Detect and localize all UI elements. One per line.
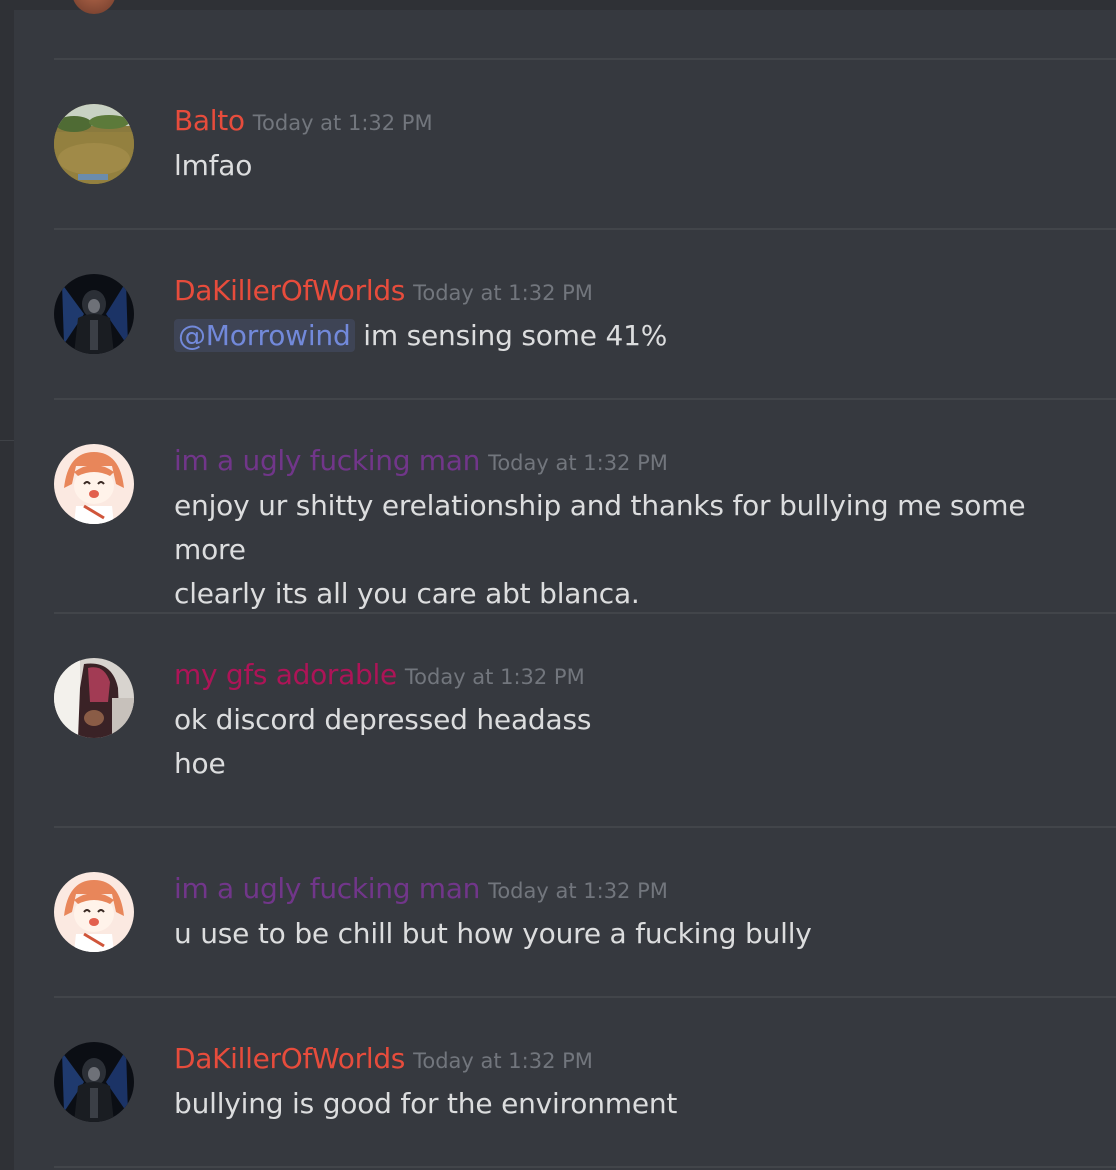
username[interactable]: DaKillerOfWorlds [174,1042,405,1075]
message-content: u use to be chill but how youre a fuckin… [174,912,1084,956]
message-divider [54,58,1116,60]
user-avatar[interactable] [54,1042,134,1122]
message-line: bullying is good for the environment [174,1087,678,1120]
message-content: ok discord depressed headass hoe [174,698,1084,786]
user-avatar[interactable] [54,658,134,738]
message-content: bullying is good for the environment [174,1082,1084,1126]
message-divider [54,228,1116,230]
timestamp[interactable]: Today at 1:32 PM [413,1049,593,1073]
username[interactable]: DaKillerOfWorlds [174,274,405,307]
user-avatar[interactable] [54,274,134,354]
message-header: DaKillerOfWorlds Today at 1:32 PM [174,274,593,307]
dark-reaper-icon [54,1042,134,1122]
message-line: @Morrowind im sensing some 41% [174,314,1084,358]
message-header: my gfs adorable Today at 1:32 PM [174,658,585,691]
username[interactable]: Balto [174,104,245,137]
username[interactable]: im a ugly fucking man [174,444,480,477]
message-content: @Morrowind im sensing some 41% [174,314,1084,358]
message-line: ok discord depressed headass [174,703,592,736]
message-line: u use to be chill but how youre a fuckin… [174,917,812,950]
dark-reaper-icon [54,274,134,354]
message-header: DaKillerOfWorlds Today at 1:32 PM [174,1042,593,1075]
user-mention[interactable]: @Morrowind [174,319,355,352]
message-list: Balto Today at 1:32 PM lmfao DaKillerOfWo… [0,0,1116,1170]
message-divider [54,1166,1116,1168]
message-divider [54,826,1116,828]
message-divider [54,996,1116,998]
message-line: enjoy ur shitty erelationship and thanks… [174,489,1026,566]
message-header: im a ugly fucking man Today at 1:32 PM [174,872,668,905]
timestamp[interactable]: Today at 1:32 PM [253,111,433,135]
message-text: im sensing some 41% [363,319,668,352]
message-header: im a ugly fucking man Today at 1:32 PM [174,444,668,477]
timestamp[interactable]: Today at 1:32 PM [405,665,585,689]
field-photo-icon [54,104,134,184]
timestamp[interactable]: Today at 1:32 PM [488,879,668,903]
user-avatar[interactable] [54,872,134,952]
message-line: hoe [174,747,226,780]
timestamp[interactable]: Today at 1:32 PM [488,451,668,475]
username[interactable]: my gfs adorable [174,658,397,691]
anime-girl-icon [54,444,134,524]
message-divider [54,398,1116,400]
person-photo-icon [54,658,134,738]
message-line: clearly its all you care abt blanca. [174,577,640,610]
message-content: enjoy ur shitty erelationship and thanks… [174,484,1084,616]
message-line: lmfao [174,149,253,182]
message-divider [54,612,1116,614]
username[interactable]: im a ugly fucking man [174,872,480,905]
anime-girl-icon [54,872,134,952]
user-avatar[interactable] [54,444,134,524]
timestamp[interactable]: Today at 1:32 PM [413,281,593,305]
message-content: lmfao [174,144,1084,188]
message-header: Balto Today at 1:32 PM [174,104,433,137]
user-avatar[interactable] [54,104,134,184]
